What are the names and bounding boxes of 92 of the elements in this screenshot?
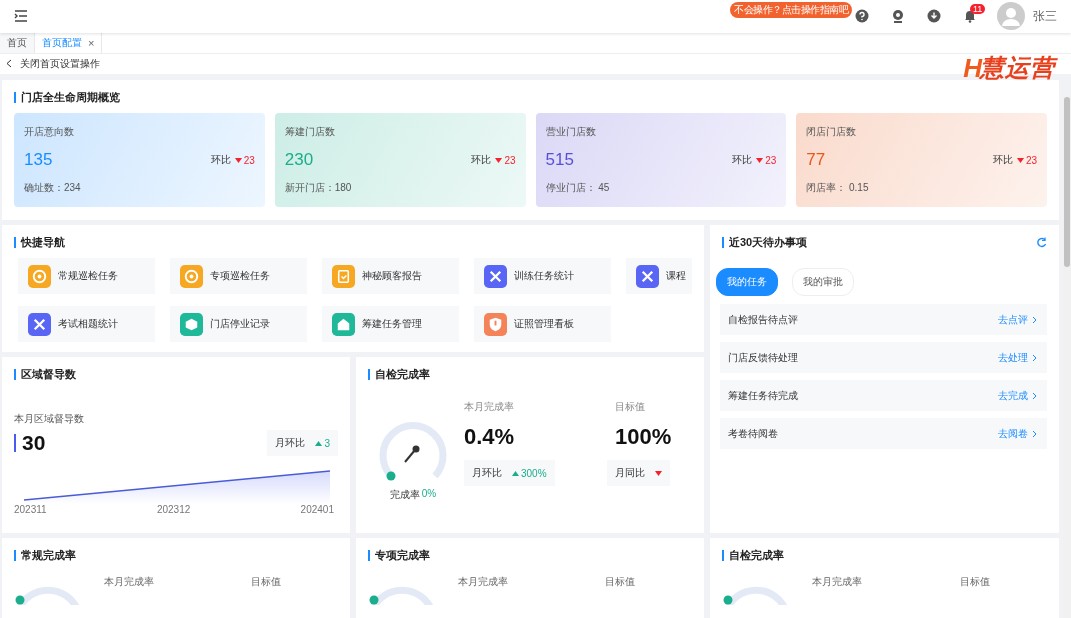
download-icon[interactable] [927, 9, 941, 24]
nav-shortcut[interactable]: 训练任务统计 [474, 258, 611, 294]
chevron-icon [1032, 429, 1037, 438]
help-icon[interactable] [855, 9, 869, 24]
target-label: 目标值 [250, 575, 282, 589]
chevron-icon [1032, 315, 1037, 324]
nav-shortcut[interactable]: 专项巡检任务 [170, 258, 307, 294]
rate-label: 本月完成率 [812, 575, 863, 589]
compare-chip: 月同比 [607, 460, 670, 486]
user-name: 张三 [1033, 8, 1057, 25]
todo-label: 筹建任务待完成 [728, 388, 798, 403]
trend-label: 环比 [471, 153, 492, 167]
todo-label: 门店反馈待处理 [728, 350, 798, 365]
webcam-icon[interactable] [891, 9, 905, 24]
trend-value: 23 [504, 154, 516, 166]
stat-label: 营业门店数 [545, 125, 597, 139]
stat-label: 筹建门店数 [284, 125, 336, 139]
trend-value: 23 [765, 154, 777, 166]
stat-label: 开店意向数 [24, 125, 75, 139]
section-title: 常规完成率 [21, 548, 76, 563]
target-label: 目标值 [615, 400, 645, 414]
nav-shortcut[interactable]: 课程 [626, 258, 692, 294]
stat-subtext: 新开门店：180 [284, 181, 353, 195]
nav-shortcut[interactable]: 筹建任务管理 [322, 306, 459, 342]
stat-subtext: 确址数：234 [24, 181, 82, 195]
stat-value: 230 [284, 150, 315, 170]
filter-tab[interactable]: 我的审批 [792, 268, 854, 296]
menu-icon[interactable] [14, 9, 28, 24]
rate-label: 本月完成率 [464, 400, 514, 414]
trend-label: 环比 [210, 153, 231, 167]
axis-label: 202311 [14, 504, 47, 515]
nav-shortcut[interactable]: 门店停业记录 [170, 306, 307, 342]
clipboard-icon [332, 264, 355, 288]
compare-chip: 月环比 3 [267, 430, 338, 456]
target-icon [180, 264, 203, 288]
shield-icon [484, 312, 507, 336]
stat-value: 135 [24, 150, 54, 170]
cube-icon [180, 312, 203, 336]
back-icon[interactable] [6, 59, 12, 69]
chevron-icon [1032, 391, 1037, 400]
gauge-drawing [14, 585, 82, 605]
rate-label: 本月完成率 [458, 575, 509, 589]
section-title: 快捷导航 [21, 235, 65, 250]
refresh-icon[interactable] [1036, 237, 1047, 248]
tools-icon [28, 312, 51, 336]
trend-value: 23 [1025, 154, 1037, 166]
stat-value: 515 [545, 150, 575, 170]
target-value: 100% [615, 424, 672, 450]
chevron-icon [1032, 353, 1037, 362]
logo-mark: H [963, 52, 980, 84]
section-title: 门店全生命周期概览 [21, 90, 120, 105]
metric-label: 本月区域督导数 [14, 412, 85, 426]
nav-shortcut[interactable]: 常规巡检任务 [18, 258, 155, 294]
rate-label: 本月完成率 [104, 575, 155, 589]
trend-value: 300% [521, 467, 547, 479]
todo-label: 自检报告待点评 [728, 312, 798, 327]
gauge-value: 0% [421, 488, 437, 501]
tools-icon [636, 264, 659, 288]
trend-value: 23 [243, 154, 255, 166]
nav-shortcut[interactable]: 证照管理看板 [474, 306, 611, 342]
axis-label: 202401 [300, 504, 334, 515]
target-icon [28, 264, 51, 288]
rate-value: 0.4% [464, 424, 515, 450]
stat-subtext: 闭店率： 0.15 [806, 181, 870, 195]
house-icon [332, 312, 355, 336]
nav-shortcut[interactable]: 考试相题统计 [18, 306, 155, 342]
gauge-label: 完成率 [389, 488, 420, 502]
stat-label: 闭店门店数 [806, 125, 858, 139]
gauge-drawing [368, 585, 436, 605]
gauge-drawing [722, 585, 790, 605]
stat-subtext: 停业门店： 45 [545, 181, 611, 195]
tab[interactable]: 首页 [0, 32, 35, 53]
compare-chip: 月环比 300% [464, 460, 555, 486]
target-label: 目标值 [958, 575, 991, 589]
trend-value: 3 [324, 437, 330, 449]
notification-badge: 11 [970, 4, 986, 15]
section-title: 近30天待办事项 [729, 235, 808, 250]
trend-label: 环比 [992, 153, 1013, 167]
close-icon[interactable]: × [88, 36, 95, 49]
target-label: 目标值 [604, 575, 636, 589]
axis-label: 202312 [156, 504, 191, 515]
section-title: 自检完成率 [375, 367, 430, 382]
tools-icon [484, 264, 507, 288]
section-title: 自检完成率 [729, 548, 784, 563]
section-title: 专项完成率 [375, 548, 430, 563]
back-link[interactable]: 关闭首页设置操作 [20, 56, 100, 71]
nav-shortcut[interactable]: 神秘顾客报告 [322, 258, 459, 294]
section-title: 区域督导数 [21, 367, 76, 382]
stat-value: 77 [806, 150, 827, 170]
trend-label: 环比 [732, 153, 753, 167]
metric-value: 30 [22, 431, 46, 455]
todo-label: 考卷待阅卷 [728, 426, 778, 441]
